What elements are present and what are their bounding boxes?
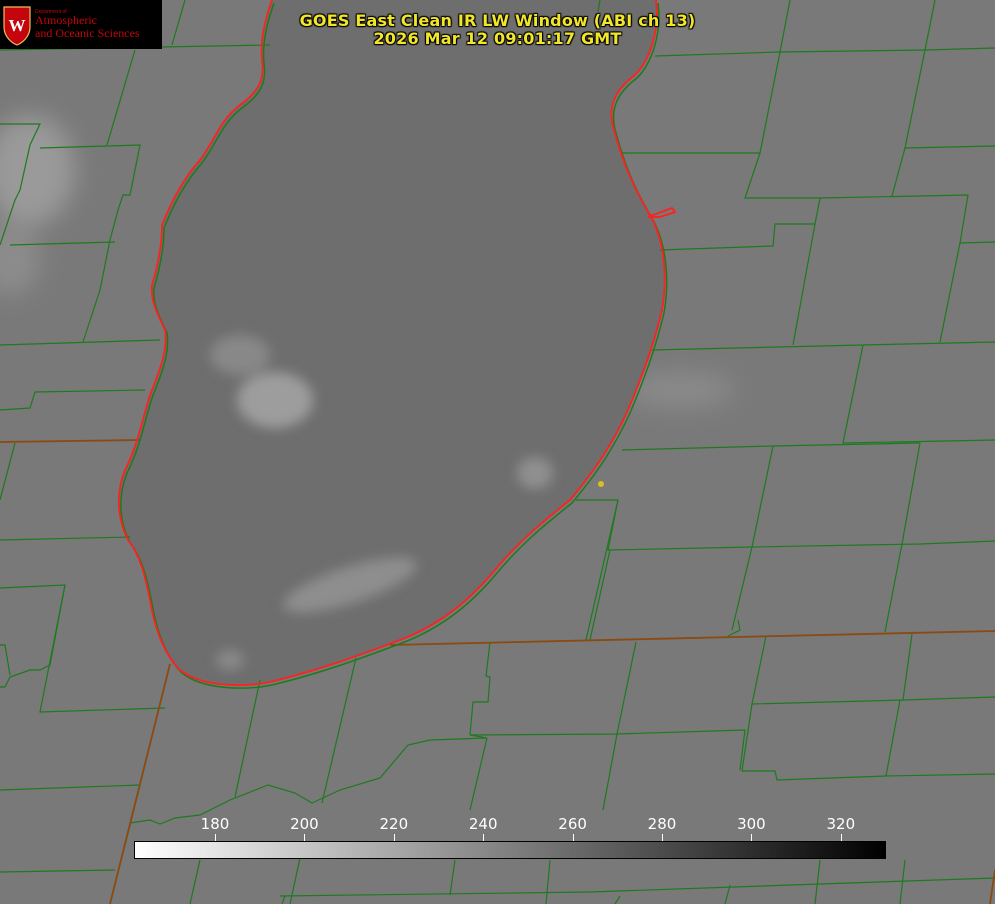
- logo-line-2: and Oceanic Sciences: [35, 26, 140, 40]
- colorbar-tick-label: 200: [290, 815, 319, 833]
- colorbar-tick-mark: [751, 834, 752, 841]
- colorbar-tick-label: 320: [826, 815, 856, 833]
- crest-letter: W: [9, 16, 26, 35]
- colorbar-tick-label: 260: [558, 815, 587, 833]
- colorbar-tick-label: 300: [737, 815, 766, 833]
- colorbar-tick-label: 180: [200, 815, 230, 833]
- colorbar-tick-mark: [215, 834, 216, 841]
- colorbar-tick-mark: [304, 834, 305, 841]
- colorbar-tick-mark: [394, 834, 395, 841]
- colorbar-tick-mark: [483, 834, 484, 841]
- uw-aos-logo: W Department of Atmospheric and Oceanic …: [0, 0, 162, 49]
- colorbar-tick-mark: [662, 834, 663, 841]
- temperature-colorbar: [134, 841, 886, 859]
- colorbar-tick-label: 220: [379, 815, 409, 833]
- uw-crest-icon: W: [3, 6, 31, 46]
- colorbar-tick-label: 240: [468, 815, 498, 833]
- colorbar-tick-label: 280: [647, 815, 677, 833]
- satellite-image-viewer: GOES East Clean IR LW Window (ABI ch 13)…: [0, 0, 995, 904]
- colorbar-tick-mark: [573, 834, 574, 841]
- satellite-map: [0, 0, 995, 904]
- location-marker: [598, 481, 604, 487]
- colorbar-tick-mark: [841, 834, 842, 841]
